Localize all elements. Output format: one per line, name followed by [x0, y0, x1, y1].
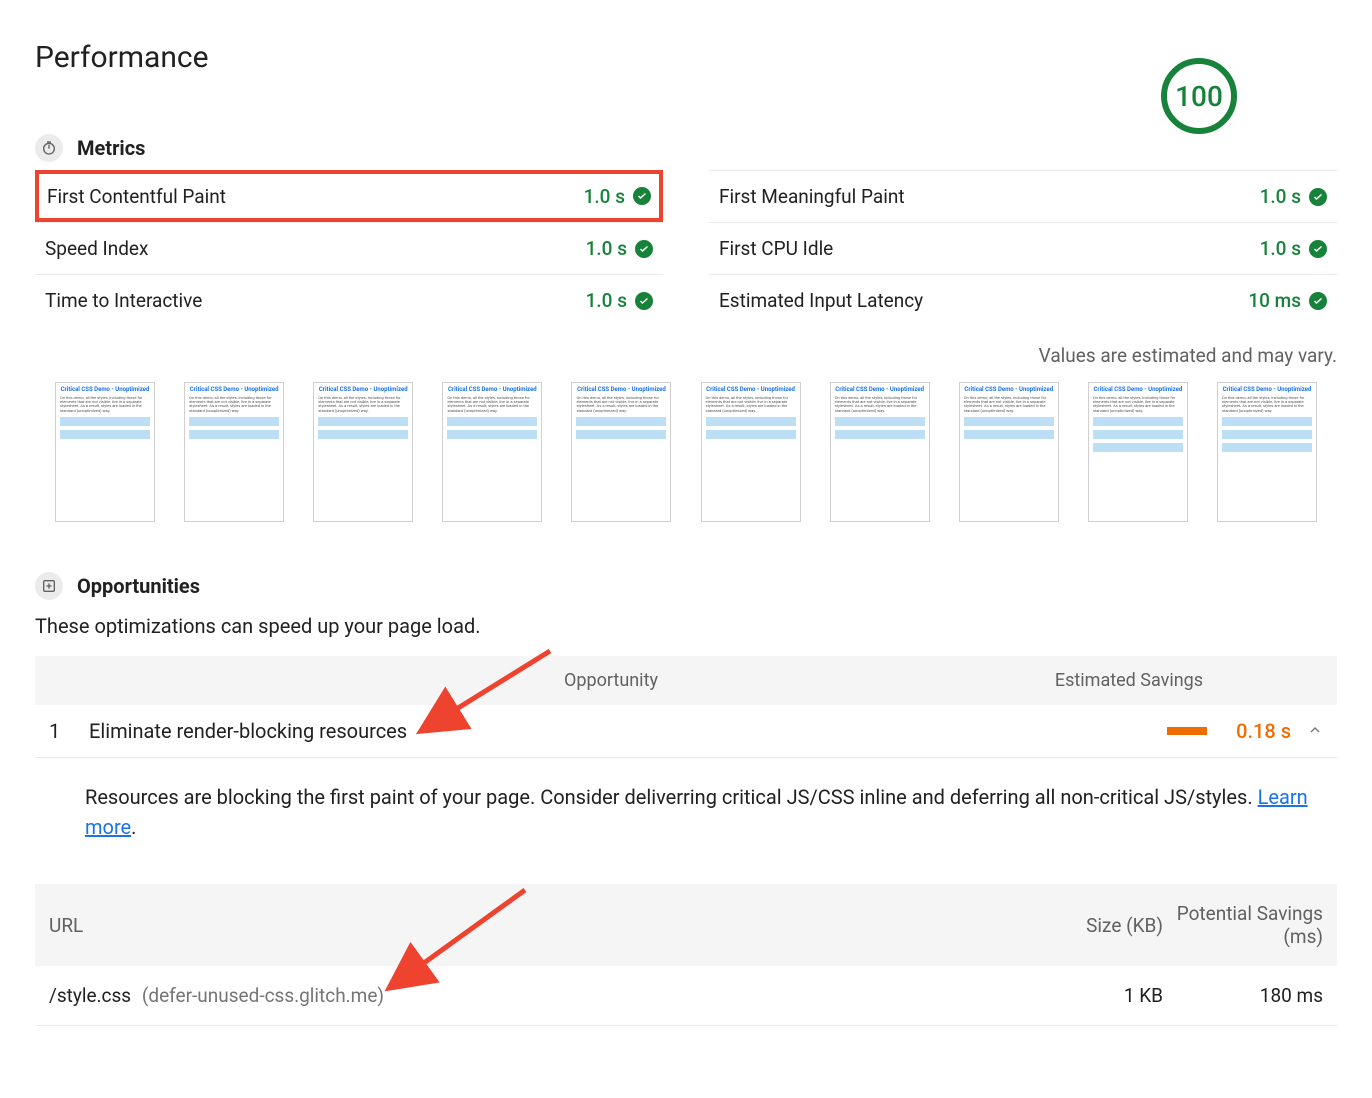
resource-savings: 180 ms: [1163, 984, 1323, 1007]
metric-value: 1.0 s: [586, 237, 627, 260]
check-icon: [1309, 188, 1327, 206]
metrics-footnote: Values are estimated and may vary.: [35, 344, 1337, 367]
filmstrip-frame: Critical CSS Demo - UnoptimizedOn this d…: [1217, 382, 1317, 522]
filmstrip-frame: Critical CSS Demo - UnoptimizedOn this d…: [571, 382, 671, 522]
resource-row: /style.css (defer-unused-css.glitch.me) …: [35, 966, 1337, 1026]
metric-value: 1.0 s: [1260, 185, 1301, 208]
opportunity-name: Eliminate render-blocking resources: [89, 719, 1167, 743]
opportunities-heading: Opportunities: [77, 574, 200, 598]
filmstrip-frame: Critical CSS Demo - UnoptimizedOn this d…: [184, 382, 284, 522]
metric-label: First Meaningful Paint: [719, 185, 905, 208]
metric-value: 1.0 s: [1260, 237, 1301, 260]
metric-label: First Contentful Paint: [47, 185, 226, 208]
filmstrip-frame: Critical CSS Demo - UnoptimizedOn this d…: [830, 382, 930, 522]
metric-label: Speed Index: [45, 237, 148, 260]
filmstrip-frame: Critical CSS Demo - UnoptimizedOn this d…: [55, 382, 155, 522]
col-url: URL: [49, 914, 1003, 937]
metric-row[interactable]: Speed Index 1.0 s: [35, 222, 663, 274]
metric-value: 1.0 s: [586, 289, 627, 312]
resource-path: /style.css: [49, 984, 131, 1007]
opportunity-row[interactable]: 1 Eliminate render-blocking resources 0.…: [35, 705, 1337, 758]
check-icon: [633, 187, 651, 205]
filmstrip-frame: Critical CSS Demo - UnoptimizedOn this d…: [959, 382, 1059, 522]
opportunity-index: 1: [49, 719, 89, 743]
filmstrip-frame: Critical CSS Demo - UnoptimizedOn this d…: [313, 382, 413, 522]
filmstrip-frame: Critical CSS Demo - UnoptimizedOn this d…: [442, 382, 542, 522]
metric-row[interactable]: First Contentful Paint 1.0 s: [35, 170, 663, 222]
metric-label: Time to Interactive: [45, 289, 202, 312]
opportunity-detail: Resources are blocking the first paint o…: [35, 758, 1337, 866]
metric-row[interactable]: First Meaningful Paint 1.0 s: [709, 170, 1337, 222]
metric-value: 1.0 s: [584, 185, 625, 208]
col-opportunity: Opportunity: [283, 670, 939, 691]
metric-row[interactable]: Time to Interactive 1.0 s: [35, 274, 663, 326]
opportunity-savings-bar: [1167, 727, 1207, 735]
filmstrip: Critical CSS Demo - UnoptimizedOn this d…: [55, 382, 1317, 522]
chevron-up-icon[interactable]: [1307, 719, 1323, 743]
check-icon: [1309, 240, 1327, 258]
resource-size: 1 KB: [1003, 984, 1163, 1007]
filmstrip-frame: Critical CSS Demo - UnoptimizedOn this d…: [701, 382, 801, 522]
opportunity-time: 0.18 s: [1221, 719, 1291, 743]
performance-score: 100: [1161, 58, 1237, 134]
metric-label: Estimated Input Latency: [719, 289, 923, 312]
opportunities-table-header: Opportunity Estimated Savings: [35, 656, 1337, 705]
resource-host: (defer-unused-css.glitch.me): [142, 984, 384, 1007]
col-estimated-savings: Estimated Savings: [939, 670, 1319, 691]
col-potential-savings: Potential Savings (ms): [1163, 902, 1323, 948]
metric-label: First CPU Idle: [719, 237, 833, 260]
metrics-icon: [35, 134, 63, 162]
metric-row[interactable]: Estimated Input Latency 10 ms: [709, 274, 1337, 326]
filmstrip-frame: Critical CSS Demo - UnoptimizedOn this d…: [1088, 382, 1188, 522]
resource-table-header: URL Size (KB) Potential Savings (ms): [35, 884, 1337, 966]
opportunities-icon: [35, 572, 63, 600]
check-icon: [635, 292, 653, 310]
metrics-heading: Metrics: [77, 136, 145, 160]
metric-row[interactable]: First CPU Idle 1.0 s: [709, 222, 1337, 274]
check-icon: [635, 240, 653, 258]
metric-value: 10 ms: [1248, 289, 1301, 312]
opportunities-description: These optimizations can speed up your pa…: [35, 614, 1337, 638]
col-size: Size (KB): [1003, 914, 1163, 937]
page-title: Performance: [35, 40, 209, 75]
check-icon: [1309, 292, 1327, 310]
